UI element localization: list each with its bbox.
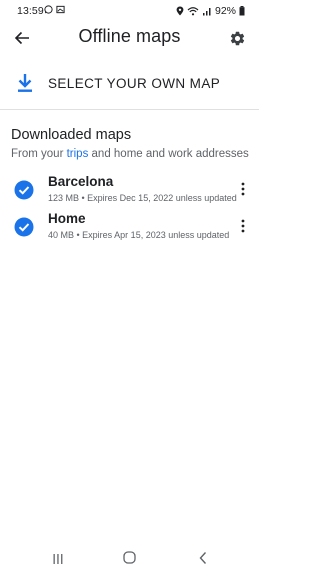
battery-icon bbox=[239, 6, 245, 16]
map-name: Barcelona bbox=[48, 174, 114, 189]
home-button[interactable] bbox=[123, 551, 136, 569]
map-name: Home bbox=[48, 211, 86, 226]
recents-button[interactable] bbox=[52, 552, 64, 570]
subtitle-prefix: From your bbox=[11, 148, 67, 160]
page-title: Offline maps bbox=[78, 26, 181, 46]
divider bbox=[0, 109, 259, 110]
section-title: Downloaded maps bbox=[11, 127, 132, 143]
list-item-barcelona[interactable]: Barcelona 123 MB • Expires Dec 15, 2022 … bbox=[0, 174, 259, 208]
home-icon bbox=[123, 551, 136, 564]
battery-percentage: 92% bbox=[214, 5, 236, 17]
system-navigation-bar bbox=[0, 540, 259, 576]
gallery-icon bbox=[56, 5, 65, 14]
more-options-button[interactable] bbox=[237, 215, 249, 237]
more-vert-icon bbox=[241, 182, 245, 196]
check-circle-icon bbox=[14, 217, 34, 237]
more-vert-icon bbox=[241, 219, 245, 233]
download-icon bbox=[18, 74, 32, 92]
recents-icon bbox=[53, 554, 63, 564]
check-circle-icon bbox=[14, 180, 34, 200]
status-notification-icons bbox=[44, 5, 65, 14]
nav-back-button[interactable] bbox=[198, 551, 208, 570]
top-app-bar: Offline maps bbox=[0, 22, 259, 56]
gear-icon bbox=[230, 31, 244, 45]
whatsapp-icon bbox=[44, 5, 53, 14]
map-detail: 40 MB • Expires Apr 15, 2023 unless upda… bbox=[48, 230, 230, 240]
status-time: 13:59 bbox=[17, 5, 44, 17]
signal-icon bbox=[202, 8, 211, 16]
select-own-map-label: SELECT YOUR OWN MAP bbox=[48, 76, 221, 91]
more-options-button[interactable] bbox=[237, 178, 249, 200]
status-bar: 13:59 92% bbox=[0, 0, 259, 22]
trips-link[interactable]: trips bbox=[67, 148, 89, 160]
offline-maps-screen: 13:59 92% Offline maps SELECT YOUR OWN M… bbox=[0, 0, 259, 576]
status-system-icons: 92% bbox=[176, 5, 245, 17]
map-detail: 123 MB • Expires Dec 15, 2022 unless upd… bbox=[48, 193, 237, 203]
wifi-icon bbox=[187, 7, 199, 16]
location-icon bbox=[176, 6, 184, 16]
select-own-map-button[interactable]: SELECT YOUR OWN MAP bbox=[0, 64, 259, 104]
settings-button[interactable] bbox=[225, 26, 249, 50]
chevron-left-icon bbox=[199, 552, 207, 564]
list-item-home[interactable]: Home 40 MB • Expires Apr 15, 2023 unless… bbox=[0, 211, 259, 245]
section-subtitle: From your trips and home and work addres… bbox=[11, 148, 249, 160]
subtitle-suffix: and home and work addresses bbox=[88, 148, 249, 160]
